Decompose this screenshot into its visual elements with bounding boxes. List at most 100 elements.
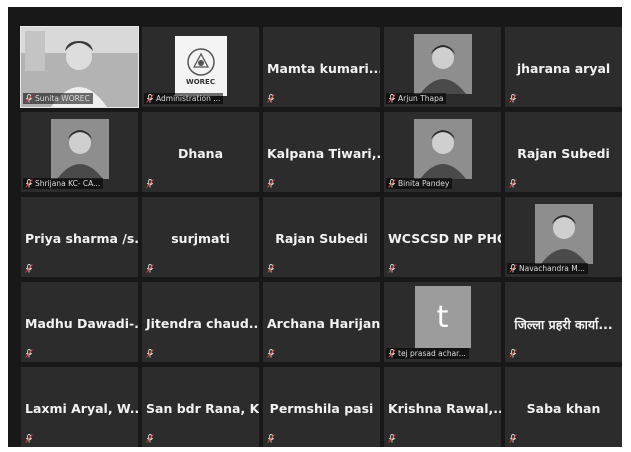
participant-label bbox=[265, 263, 278, 274]
video-gallery: Sunita WOREC WOREC Administration ... Mamta… bbox=[8, 7, 622, 447]
participant-tile[interactable]: Kalpana Tiwari,... bbox=[263, 112, 380, 192]
participant-tile[interactable]: Dhana bbox=[142, 112, 259, 192]
participant-label: Arjun Thapa bbox=[386, 93, 447, 104]
mic-muted-icon bbox=[388, 94, 396, 103]
participant-label-text: Sunita WOREC bbox=[35, 94, 90, 103]
participant-tile[interactable]: WCSCSD NP PHQ bbox=[384, 197, 501, 277]
participant-tile[interactable]: Arjun Thapa bbox=[384, 27, 501, 107]
mic-muted-icon bbox=[25, 434, 33, 443]
participant-tile[interactable]: Navachandra M... bbox=[505, 197, 622, 277]
participant-label: Sunita WOREC bbox=[23, 93, 93, 104]
mic-muted-icon bbox=[25, 179, 33, 188]
participant-name: jharana aryal bbox=[516, 61, 611, 76]
participant-label bbox=[144, 263, 157, 274]
participant-video bbox=[50, 119, 109, 179]
participant-tile[interactable]: Madhu Dawadi-... bbox=[21, 282, 138, 362]
mic-muted-icon bbox=[25, 94, 33, 103]
participant-label bbox=[507, 433, 520, 444]
mic-muted-icon bbox=[388, 434, 396, 443]
participant-name: Rajan Subedi bbox=[517, 146, 610, 161]
participant-label bbox=[386, 263, 399, 274]
participant-label-text: Arjun Thapa bbox=[398, 94, 444, 103]
participant-tile[interactable]: Laxmi Aryal, W... bbox=[21, 367, 138, 447]
participant-label bbox=[386, 433, 399, 444]
participant-name: Madhu Dawadi-... bbox=[25, 316, 138, 331]
participant-label bbox=[507, 348, 520, 359]
mic-muted-icon bbox=[25, 349, 33, 358]
mic-muted-icon bbox=[388, 264, 396, 273]
participant-label: Administration ... bbox=[144, 93, 224, 104]
mic-muted-icon bbox=[267, 94, 275, 103]
participant-video bbox=[534, 204, 593, 264]
participant-label bbox=[23, 263, 36, 274]
participant-name: Dhana bbox=[177, 146, 224, 161]
mic-muted-icon bbox=[509, 94, 517, 103]
participant-name: Mamta kumari... bbox=[267, 61, 380, 76]
mic-muted-icon bbox=[146, 179, 154, 188]
participant-tile[interactable]: t tej prasad achar... bbox=[384, 282, 501, 362]
avatar-initial: t bbox=[436, 299, 449, 335]
participant-video bbox=[413, 119, 472, 179]
avatar: t bbox=[414, 286, 471, 348]
participant-name: Laxmi Aryal, W... bbox=[25, 401, 138, 416]
participant-tile[interactable]: Jitendra chaud... bbox=[142, 282, 259, 362]
participant-label bbox=[23, 348, 36, 359]
participant-tile[interactable]: Archana Harijan bbox=[263, 282, 380, 362]
participant-label bbox=[144, 178, 157, 189]
participant-name: surjmati bbox=[171, 231, 230, 246]
logo-text: WOREC bbox=[186, 77, 215, 86]
participant-name: Rajan Subedi bbox=[275, 231, 368, 246]
participant-tile[interactable]: Binita Pandey bbox=[384, 112, 501, 192]
participant-tile[interactable]: jharana aryal bbox=[505, 27, 622, 107]
participant-label: Shrijana KC- CA... bbox=[23, 178, 104, 189]
participant-tile[interactable]: Mamta kumari... bbox=[263, 27, 380, 107]
participant-tile[interactable]: Permshila pasi bbox=[263, 367, 380, 447]
participant-label bbox=[507, 93, 520, 104]
participant-tile[interactable]: Rajan Subedi bbox=[263, 197, 380, 277]
participant-name: Krishna Rawal,... bbox=[388, 401, 501, 416]
participant-tile[interactable]: Krishna Rawal,... bbox=[384, 367, 501, 447]
participant-tile[interactable]: San bdr Rana, K... bbox=[142, 367, 259, 447]
participant-tile[interactable]: surjmati bbox=[142, 197, 259, 277]
mic-muted-icon bbox=[388, 179, 396, 188]
participant-name: Saba khan bbox=[526, 401, 601, 416]
participant-name: जिल्ला प्रहरी कार्या... bbox=[514, 317, 613, 332]
participant-label-text: Shrijana KC- CA... bbox=[35, 179, 101, 188]
participant-label: Binita Pandey bbox=[386, 178, 453, 189]
participant-label bbox=[144, 433, 157, 444]
participant-label-text: tej prasad achar... bbox=[398, 349, 466, 358]
mic-muted-icon bbox=[146, 349, 154, 358]
participant-label bbox=[265, 178, 278, 189]
participant-label bbox=[144, 348, 157, 359]
participant-label-text: Administration ... bbox=[156, 94, 221, 103]
participant-name: San bdr Rana, K... bbox=[146, 401, 259, 416]
mic-muted-icon bbox=[146, 264, 154, 273]
mic-muted-icon bbox=[146, 94, 154, 103]
participant-tile[interactable]: Rajan Subedi bbox=[505, 112, 622, 192]
participant-name: Jitendra chaud... bbox=[146, 316, 259, 331]
organization-logo: WOREC bbox=[174, 36, 227, 96]
mic-muted-icon bbox=[267, 179, 275, 188]
participant-label-text: Navachandra M... bbox=[519, 264, 585, 273]
participant-name: Archana Harijan bbox=[267, 316, 380, 331]
mic-muted-icon bbox=[267, 349, 275, 358]
participant-tile[interactable]: Saba khan bbox=[505, 367, 622, 447]
mic-muted-icon bbox=[388, 349, 396, 358]
participant-grid: Sunita WOREC WOREC Administration ... Mamta… bbox=[20, 26, 622, 447]
participant-name: WCSCSD NP PHQ bbox=[388, 231, 501, 246]
participant-name: Permshila pasi bbox=[269, 401, 374, 416]
participant-tile[interactable]: Priya sharma /s... bbox=[21, 197, 138, 277]
participant-tile[interactable]: Sunita WOREC bbox=[20, 26, 139, 108]
participant-tile[interactable]: Shrijana KC- CA... bbox=[21, 112, 138, 192]
participant-label-text: Binita Pandey bbox=[398, 179, 450, 188]
participant-name: Priya sharma /s... bbox=[25, 231, 138, 246]
participant-video bbox=[413, 34, 472, 94]
mic-muted-icon bbox=[267, 434, 275, 443]
participant-label bbox=[265, 433, 278, 444]
mic-muted-icon bbox=[25, 264, 33, 273]
mic-muted-icon bbox=[509, 434, 517, 443]
participant-tile[interactable]: WOREC Administration ... bbox=[142, 27, 259, 107]
participant-tile[interactable]: जिल्ला प्रहरी कार्या... bbox=[505, 282, 622, 362]
participant-label bbox=[265, 348, 278, 359]
participant-label bbox=[265, 93, 278, 104]
